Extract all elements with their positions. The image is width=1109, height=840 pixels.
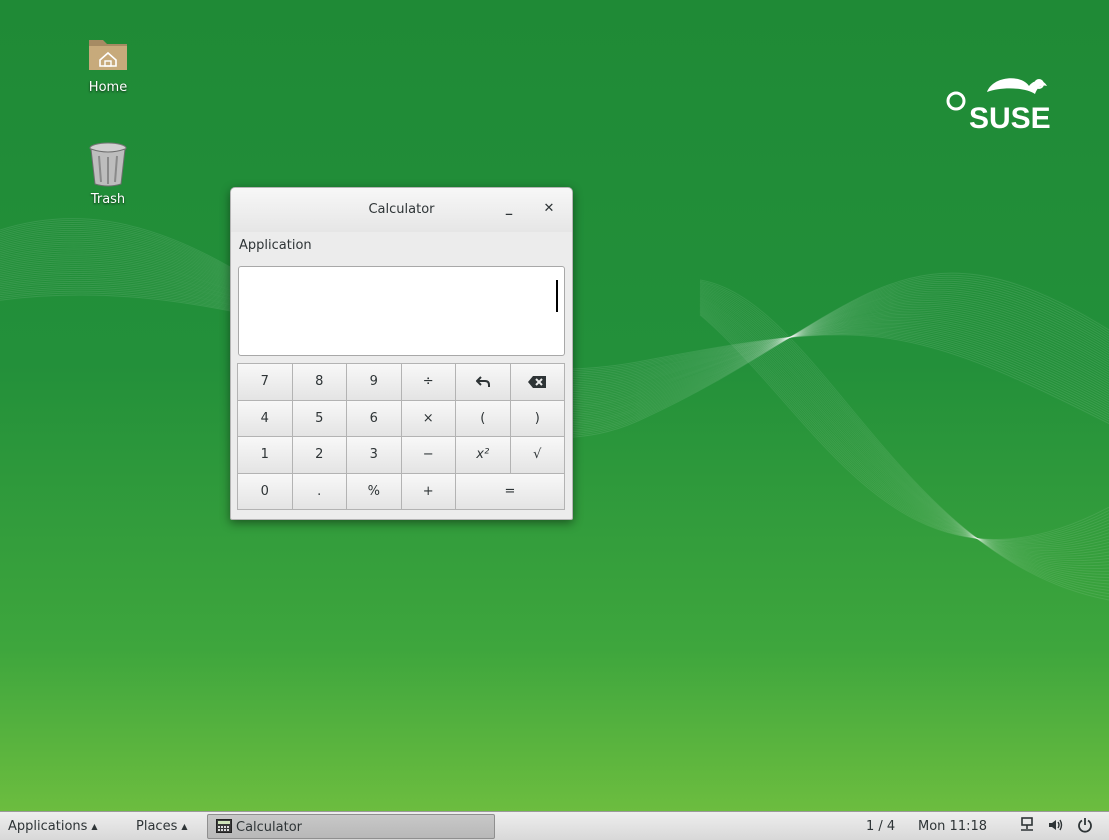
clock[interactable]: Mon 11:18: [918, 819, 987, 834]
bottom-panel: Applications ▲ Places ▲ Calculator 1 / 4 M…: [0, 811, 1109, 840]
home-label: Home: [88, 80, 128, 95]
desktop-icon-home[interactable]: Home: [63, 30, 153, 95]
key-subtract[interactable]: −: [400, 436, 456, 474]
application-menu[interactable]: Application: [239, 238, 312, 253]
key-8[interactable]: 8: [291, 363, 347, 401]
key-decimal[interactable]: .: [291, 472, 347, 510]
key-divide[interactable]: ÷: [400, 363, 456, 401]
places-label: Places: [136, 819, 178, 834]
key-backspace[interactable]: [509, 363, 565, 401]
taskbar-item-calculator[interactable]: Calculator: [207, 814, 495, 839]
key-1[interactable]: 1: [237, 436, 293, 474]
key-9[interactable]: 9: [346, 363, 402, 401]
window-title: Calculator: [368, 202, 435, 217]
key-6[interactable]: 6: [346, 399, 402, 437]
key-4[interactable]: 4: [237, 399, 293, 437]
workspace-indicator[interactable]: 1 / 4: [866, 819, 895, 834]
window-titlebar[interactable]: Calculator _ ✕: [231, 188, 572, 232]
key-square[interactable]: x²: [455, 436, 511, 474]
key-close-paren[interactable]: ): [509, 399, 565, 437]
network-icon[interactable]: [1019, 817, 1035, 833]
key-0[interactable]: 0: [237, 472, 293, 510]
key-equals[interactable]: =: [455, 472, 565, 510]
triangle-up-icon: ▲: [181, 822, 188, 831]
suse-logo-text: SUSE: [969, 102, 1051, 134]
minimize-button[interactable]: _: [499, 199, 519, 219]
trash-label: Trash: [90, 192, 126, 207]
taskbar-label: Calculator: [236, 820, 303, 835]
calculator-window: Calculator _ ✕ Application 7 8 9 ÷ 4 5 6…: [230, 187, 573, 520]
key-3[interactable]: 3: [346, 436, 402, 474]
key-undo[interactable]: [455, 363, 511, 401]
volume-icon[interactable]: [1047, 817, 1065, 833]
applications-menu[interactable]: Applications ▲: [8, 819, 98, 834]
desktop-icon-trash[interactable]: Trash: [63, 140, 153, 207]
places-menu[interactable]: Places ▲: [136, 819, 188, 834]
applications-label: Applications: [8, 819, 88, 834]
key-multiply[interactable]: ×: [400, 399, 456, 437]
close-button[interactable]: ✕: [539, 199, 559, 219]
power-icon[interactable]: [1077, 817, 1093, 833]
trash-icon: [89, 142, 127, 187]
key-sqrt[interactable]: √: [509, 436, 565, 474]
key-7[interactable]: 7: [237, 363, 293, 401]
key-5[interactable]: 5: [291, 399, 347, 437]
keypad: 7 8 9 ÷ 4 5 6 × ( ) 1 2 3 − x² √ 0 . % +…: [237, 363, 565, 510]
backspace-icon: [528, 375, 547, 388]
key-2[interactable]: 2: [291, 436, 347, 474]
triangle-up-icon: ▲: [91, 822, 98, 831]
key-open-paren[interactable]: (: [455, 399, 511, 437]
undo-icon: [475, 376, 490, 387]
calculator-display[interactable]: [238, 266, 565, 356]
home-folder-icon: [89, 40, 127, 70]
text-cursor: [556, 280, 558, 312]
suse-logo: SUSE: [946, 78, 1051, 134]
calculator-icon: [216, 819, 232, 833]
key-percent[interactable]: %: [346, 472, 402, 510]
key-add[interactable]: +: [400, 472, 456, 510]
